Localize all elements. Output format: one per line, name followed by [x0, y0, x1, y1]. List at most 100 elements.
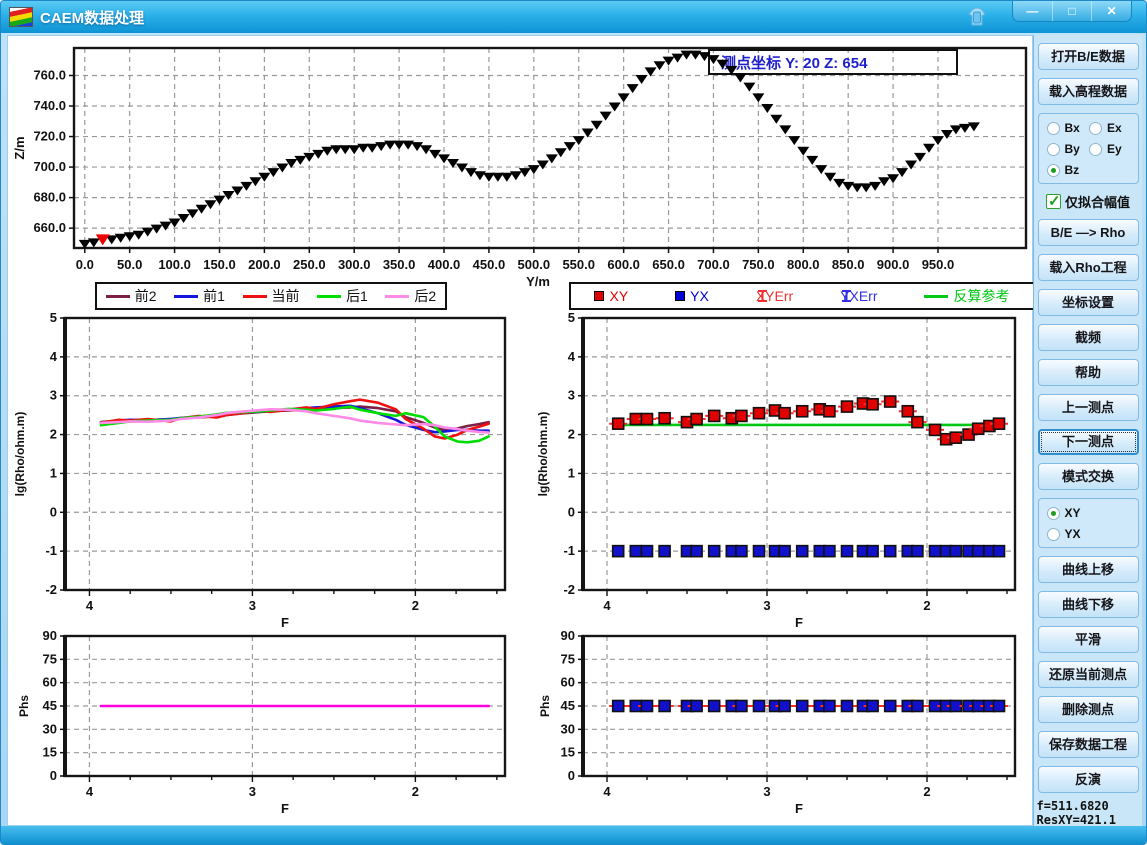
radio-yx[interactable]: YX	[1047, 527, 1132, 541]
coord-setup-button[interactable]: 坐标设置	[1038, 289, 1139, 316]
legend-swatch-icon	[924, 295, 948, 298]
mode-swap-button[interactable]: 模式交换	[1038, 463, 1139, 490]
svg-text:75: 75	[561, 651, 575, 666]
sidebar: 打开B/E数据 载入高程数据 Bx By Bz	[1033, 35, 1142, 826]
svg-text:750.0: 750.0	[742, 257, 775, 272]
svg-text:2: 2	[412, 784, 419, 799]
svg-text:740.0: 740.0	[33, 98, 66, 113]
radio-dot-icon	[1047, 143, 1060, 156]
radio-bx[interactable]: Bx	[1047, 121, 1090, 135]
legend-item-前2: 前2	[106, 286, 157, 306]
rho-history-legend: 前2前1当前后1后2	[95, 282, 447, 310]
svg-text:200.0: 200.0	[248, 257, 281, 272]
close-button[interactable]: ✕	[1091, 1, 1131, 21]
svg-text:450.0: 450.0	[473, 257, 506, 272]
svg-text:-1: -1	[45, 543, 57, 558]
legend-swatch-icon	[174, 295, 198, 298]
legend-item-当前: 当前	[243, 286, 300, 306]
svg-text:45: 45	[561, 698, 575, 713]
svg-text:700.0: 700.0	[33, 159, 66, 174]
maximize-button[interactable]: □	[1052, 1, 1092, 21]
mode-radio-group: XY YX	[1038, 498, 1139, 548]
svg-text:300.0: 300.0	[338, 257, 371, 272]
svg-text:2: 2	[568, 427, 575, 442]
legend-swatch-icon	[675, 291, 685, 301]
svg-text:4: 4	[86, 784, 94, 799]
svg-text:60: 60	[561, 675, 575, 690]
radio-by[interactable]: By	[1047, 142, 1090, 156]
help-button[interactable]: 帮助	[1038, 359, 1139, 386]
legend-item-后2: 后2	[385, 286, 436, 306]
svg-text:60: 60	[43, 675, 57, 690]
svg-text:150.0: 150.0	[203, 257, 236, 272]
svg-text:5: 5	[50, 312, 57, 325]
open-be-button[interactable]: 打开B/E数据	[1038, 43, 1139, 70]
legend-label: YX	[690, 288, 709, 304]
svg-text:1: 1	[568, 465, 575, 480]
be-to-rho-button[interactable]: B/E —> Rho	[1038, 219, 1139, 246]
svg-text:3: 3	[50, 388, 57, 403]
svg-text:4: 4	[50, 349, 58, 364]
curve-down-button[interactable]: 曲线下移	[1038, 591, 1139, 618]
svg-text:400.0: 400.0	[428, 257, 461, 272]
legend-swatch-icon	[756, 289, 769, 303]
inversion-button[interactable]: 反演	[1038, 766, 1139, 793]
svg-text:250.0: 250.0	[293, 257, 326, 272]
rho-current-chart[interactable]: 432543210-1-2Flg(Rho/ohm.m)	[533, 312, 1038, 628]
delete-point-button[interactable]: 删除测点	[1038, 696, 1139, 723]
svg-text:900.0: 900.0	[877, 257, 910, 272]
svg-text:0: 0	[568, 768, 575, 783]
restore-point-button[interactable]: 还原当前测点	[1038, 661, 1139, 688]
svg-text:720.0: 720.0	[33, 129, 66, 144]
smooth-button[interactable]: 平滑	[1038, 626, 1139, 653]
save-project-button[interactable]: 保存数据工程	[1038, 731, 1139, 758]
phs-current-chart[interactable]: 4329075604530150FPhs	[533, 628, 1038, 827]
load-elevation-button[interactable]: 载入高程数据	[1038, 78, 1139, 105]
svg-text:3: 3	[763, 784, 770, 799]
window-controls: — □ ✕	[1012, 1, 1132, 22]
status-frequency: f=511.6820	[1037, 800, 1140, 814]
svg-text:700.0: 700.0	[697, 257, 730, 272]
load-rho-button[interactable]: 载入Rho工程	[1038, 254, 1139, 281]
svg-text:30: 30	[561, 721, 575, 736]
radio-bz[interactable]: Bz	[1047, 163, 1090, 177]
cut-freq-button[interactable]: 截频	[1038, 324, 1139, 351]
svg-text:2: 2	[50, 427, 57, 442]
svg-text:600.0: 600.0	[607, 257, 640, 272]
svg-text:2: 2	[923, 598, 930, 613]
svg-text:850.0: 850.0	[832, 257, 865, 272]
svg-text:F: F	[795, 801, 803, 816]
legend-swatch-icon	[594, 291, 604, 301]
svg-text:2: 2	[923, 784, 930, 799]
next-point-button[interactable]: 下一测点	[1038, 429, 1139, 455]
radio-xy[interactable]: XY	[1047, 506, 1132, 520]
rho-history-chart[interactable]: 432543210-1-2Flg(Rho/ohm.m)	[8, 312, 533, 628]
svg-text:950.0: 950.0	[922, 257, 955, 272]
svg-text:3: 3	[249, 784, 256, 799]
svg-text:650.0: 650.0	[652, 257, 685, 272]
prev-point-button[interactable]: 上一测点	[1038, 394, 1139, 421]
svg-text:15: 15	[561, 745, 575, 760]
fit-amplitude-checkbox[interactable]: 仅拟合幅值	[1046, 192, 1130, 211]
svg-text:500.0: 500.0	[518, 257, 551, 272]
radio-ey[interactable]: Ey	[1089, 142, 1132, 156]
checkbox-icon	[1046, 194, 1061, 209]
phs-history-chart[interactable]: 4329075604530150FPhs	[8, 628, 533, 827]
svg-text:800.0: 800.0	[787, 257, 820, 272]
svg-text:75: 75	[43, 651, 57, 666]
legend-item-XYErr: XYErr	[756, 288, 793, 304]
svg-text:1: 1	[50, 465, 57, 480]
svg-text:4: 4	[603, 598, 611, 613]
legend-swatch-icon	[840, 289, 853, 303]
elevation-profile-chart[interactable]: 0.050.0100.0150.0200.0250.0300.0350.0400…	[8, 40, 1034, 290]
svg-text:15: 15	[43, 745, 57, 760]
legend-swatch-icon	[243, 295, 267, 298]
minimize-button[interactable]: —	[1013, 1, 1052, 21]
radio-ex[interactable]: Ex	[1089, 121, 1132, 135]
skin-icon[interactable]	[966, 6, 988, 28]
radio-dot-icon	[1089, 122, 1102, 135]
legend-label: 当前	[272, 286, 300, 306]
curve-up-button[interactable]: 曲线上移	[1038, 556, 1139, 583]
svg-text:5: 5	[568, 312, 575, 325]
svg-text:lg(Rho/ohm.m): lg(Rho/ohm.m)	[536, 412, 550, 497]
